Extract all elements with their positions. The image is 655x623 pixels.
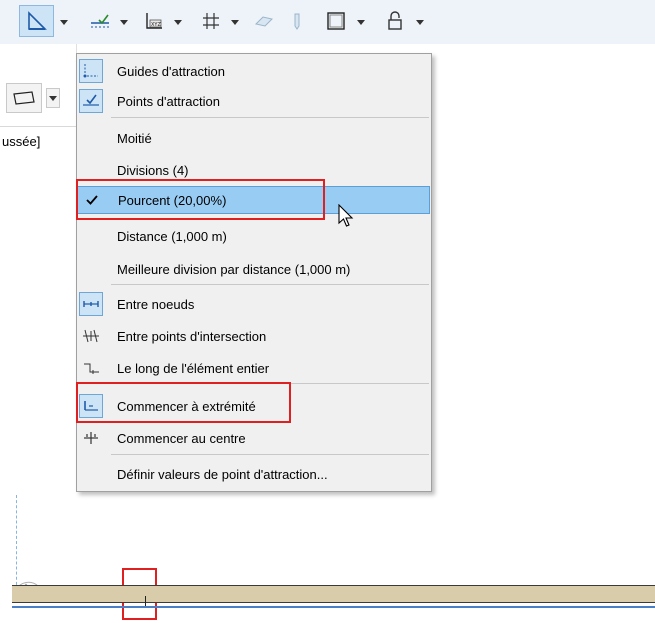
panel-divider xyxy=(0,126,76,127)
menu-item-label: Le long de l'élément entier xyxy=(117,360,270,376)
menu-item-label: Moitié xyxy=(117,130,152,146)
beam-reference-line xyxy=(12,606,655,608)
menu-item-label: Meilleure division par distance (1,000 m… xyxy=(117,261,351,277)
xyz-coordinate-button[interactable]: XYZ xyxy=(140,5,168,37)
menu-separator xyxy=(111,284,429,285)
slab-angle-dropdown[interactable] xyxy=(58,12,70,32)
pen-button[interactable] xyxy=(286,5,308,37)
plane-icon xyxy=(255,16,273,27)
shape-dropdown[interactable] xyxy=(46,88,60,108)
square-frame-dropdown[interactable] xyxy=(355,12,367,32)
menu-item-define-values[interactable]: Définir valeurs de point d'attraction... xyxy=(77,460,431,488)
menu-item-label: Commencer au centre xyxy=(117,430,246,446)
menu-item-best-division[interactable]: Meilleure division par distance (1,000 m… xyxy=(77,255,431,283)
start-center-icon xyxy=(79,426,103,450)
square-frame-icon xyxy=(327,12,345,30)
beam-element[interactable] xyxy=(12,585,655,603)
menu-separator xyxy=(111,454,429,455)
menu-item-label: Guides d'attraction xyxy=(117,63,225,79)
square-frame-button[interactable] xyxy=(322,5,350,37)
lock-button[interactable] xyxy=(381,5,409,37)
menu-item-label: Divisions (4) xyxy=(117,162,189,178)
partial-label: ussée] xyxy=(2,134,41,149)
menu-separator xyxy=(111,117,429,118)
menu-item-label: Points d'attraction xyxy=(117,93,220,109)
mouse-cursor-icon xyxy=(338,204,354,227)
toolbar: XYZ xyxy=(0,0,655,44)
plane-button[interactable] xyxy=(250,5,278,37)
slab-angle-button[interactable] xyxy=(19,5,54,37)
grid-snap-icon xyxy=(203,13,219,29)
grid-snap-button[interactable] xyxy=(197,5,225,37)
callout-box-percent xyxy=(76,179,325,220)
between-intersections-icon xyxy=(79,324,103,348)
parallelogram-icon xyxy=(13,91,35,105)
menu-item-label: Entre points d'intersection xyxy=(117,328,267,344)
menu-item-label: Entre noeuds xyxy=(117,296,195,312)
xyz-coordinate-dropdown[interactable] xyxy=(172,12,184,32)
snap-guide-button[interactable] xyxy=(86,5,114,37)
svg-text:XYZ: XYZ xyxy=(151,22,161,28)
snap-guide-dropdown[interactable] xyxy=(118,12,130,32)
xyz-coordinate-icon: XYZ xyxy=(146,13,162,29)
snap-guides-icon xyxy=(79,59,103,83)
menu-item-half[interactable]: Moitié xyxy=(77,124,431,152)
menu-item-start-center[interactable]: Commencer au centre xyxy=(77,424,431,452)
menu-item-distance[interactable]: Distance (1,000 m) xyxy=(77,222,431,250)
along-element-icon xyxy=(79,356,103,380)
shape-button[interactable] xyxy=(6,83,42,113)
lock-dropdown[interactable] xyxy=(414,12,426,32)
menu-item-between-intersections[interactable]: Entre points d'intersection xyxy=(77,322,431,350)
menu-item-label: Distance (1,000 m) xyxy=(117,228,227,244)
lock-icon xyxy=(388,11,402,30)
grid-snap-dropdown[interactable] xyxy=(229,12,241,32)
menu-item-label: Définir valeurs de point d'attraction... xyxy=(117,466,328,482)
callout-box-start-endpoint xyxy=(76,382,291,423)
menu-item-between-nodes[interactable]: Entre noeuds xyxy=(77,290,431,318)
snap-guide-icon xyxy=(91,14,109,28)
pen-icon xyxy=(294,13,300,30)
menu-item-snap-points[interactable]: Points d'attraction xyxy=(77,87,431,115)
snap-points-icon xyxy=(79,89,103,113)
snap-point-marker xyxy=(145,596,146,606)
snap-menu: Guides d'attraction Points d'attraction … xyxy=(76,53,432,492)
menu-item-snap-guides[interactable]: Guides d'attraction xyxy=(77,57,431,85)
between-nodes-icon xyxy=(79,292,103,316)
slab-angle-icon xyxy=(27,11,47,30)
menu-item-along-element[interactable]: Le long de l'élément entier xyxy=(77,354,431,382)
